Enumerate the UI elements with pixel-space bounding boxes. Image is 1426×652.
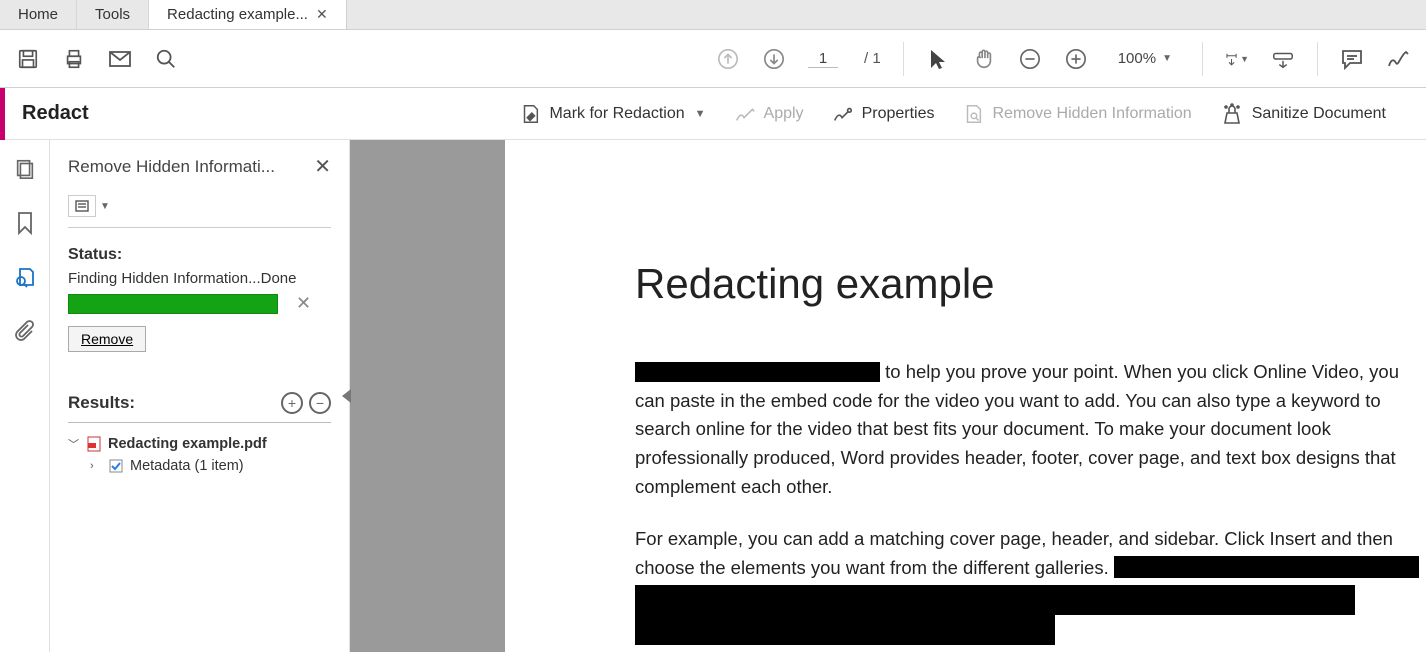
save-icon[interactable] [16,47,40,71]
comment-icon[interactable] [1340,47,1364,71]
tab-home-label: Home [18,6,58,23]
mark-label: Mark for Redaction [549,105,684,123]
document-gutter [350,140,505,652]
redaction-mark [1114,556,1419,578]
status-heading: Status: [68,246,331,264]
scroll-mode-icon[interactable] [1271,47,1295,71]
zoom-in-icon[interactable] [1064,47,1088,71]
email-icon[interactable] [108,47,132,71]
mark-for-redaction-button[interactable]: Mark for Redaction ▼ [519,103,705,125]
hand-tool-icon[interactable] [972,47,996,71]
selection-tool-icon[interactable] [926,47,950,71]
page-up-icon[interactable] [716,47,740,71]
search-icon[interactable] [154,47,178,71]
panel-title: Remove Hidden Informati... [68,157,275,177]
sanitize-label: Sanitize Document [1252,105,1386,123]
document-view[interactable]: Redacting example to help you prove your… [505,140,1426,652]
side-rail [0,140,50,652]
redaction-mark [635,362,880,382]
page-nav-group: / 1 [716,47,881,71]
tree-file-label: Redacting example.pdf [108,436,267,452]
paragraph-1: to help you prove your point. When you c… [635,358,1426,501]
page-total-label: / 1 [860,50,881,67]
zoom-out-icon[interactable] [1018,47,1042,71]
status-text: Finding Hidden Information...Done [68,270,331,287]
remove-button[interactable]: Remove [68,326,146,352]
chevron-right-icon: › [90,460,102,472]
hidden-info-panel: Remove Hidden Informati... ✕ ▼ Status: F… [50,140,350,652]
toolbar-divider [1202,42,1203,76]
pdf-file-icon [86,436,102,452]
chevron-down-icon: ﹀ [68,436,80,452]
close-icon[interactable]: ✕ [316,6,328,23]
chevron-down-icon: ▼ [1162,53,1172,64]
tree-metadata-row[interactable]: › Metadata (1 item) [68,455,331,477]
results-tree: ﹀ Redacting example.pdf › Metadata (1 it… [68,433,331,477]
chevron-down-icon: ▼ [100,201,110,212]
workspace: Remove Hidden Informati... ✕ ▼ Status: F… [0,140,1426,652]
zoom-value: 100% [1118,50,1156,67]
redact-title: Redact [0,102,89,125]
panel-options-button[interactable] [68,195,96,217]
results-heading: Results: [68,393,135,413]
page-down-icon[interactable] [762,47,786,71]
tab-tools-label: Tools [95,6,130,23]
paragraph-2: For example, you can add a matching cove… [635,525,1426,644]
sanitize-document-button[interactable]: Sanitize Document [1220,103,1386,125]
sign-icon[interactable] [1386,47,1410,71]
tab-document[interactable]: Redacting example... ✕ [149,0,347,29]
apply-button: Apply [734,104,804,124]
redaction-mark [635,585,1355,615]
apply-label: Apply [764,105,804,123]
tree-metadata-label: Metadata (1 item) [130,458,244,474]
close-icon[interactable]: ✕ [314,154,331,179]
zoom-select[interactable]: 100% ▼ [1110,46,1180,71]
page-number-input[interactable] [808,50,838,68]
remove-hidden-label: Remove Hidden Information [992,105,1191,123]
cancel-icon[interactable]: ✕ [296,293,311,314]
checkbox-checked-icon[interactable] [108,458,124,474]
progress-bar [68,294,278,314]
attachments-icon[interactable] [12,318,38,344]
hidden-info-panel-icon[interactable] [12,264,38,290]
redact-toolbar: Redact Mark for Redaction ▼ Apply Proper… [0,88,1426,140]
thumbnails-icon[interactable] [12,156,38,182]
remove-hidden-info-button: Remove Hidden Information [962,103,1191,125]
collapse-panel-handle[interactable] [342,389,351,403]
tree-file-row[interactable]: ﹀ Redacting example.pdf [68,433,331,455]
toolbar-divider [1317,42,1318,76]
chevron-down-icon: ▼ [1240,54,1249,64]
properties-label: Properties [862,105,935,123]
main-toolbar: / 1 100% ▼ ▼ [0,30,1426,88]
toolbar-divider [903,42,904,76]
document-heading: Redacting example [635,260,1426,308]
expand-all-button[interactable]: + [281,392,303,414]
tab-strip: Home Tools Redacting example... ✕ [0,0,1426,30]
view-tools-group: 100% ▼ [926,46,1180,71]
collapse-all-button[interactable]: − [309,392,331,414]
print-icon[interactable] [62,47,86,71]
bookmark-icon[interactable] [12,210,38,236]
chevron-down-icon: ▼ [695,108,706,120]
accent-bar [0,88,5,140]
tab-home[interactable]: Home [0,0,77,29]
tab-document-label: Redacting example... [167,6,308,23]
fit-width-icon[interactable]: ▼ [1225,47,1249,71]
properties-button[interactable]: Properties [832,104,935,124]
redaction-mark [635,615,1055,645]
tab-tools[interactable]: Tools [77,0,149,29]
